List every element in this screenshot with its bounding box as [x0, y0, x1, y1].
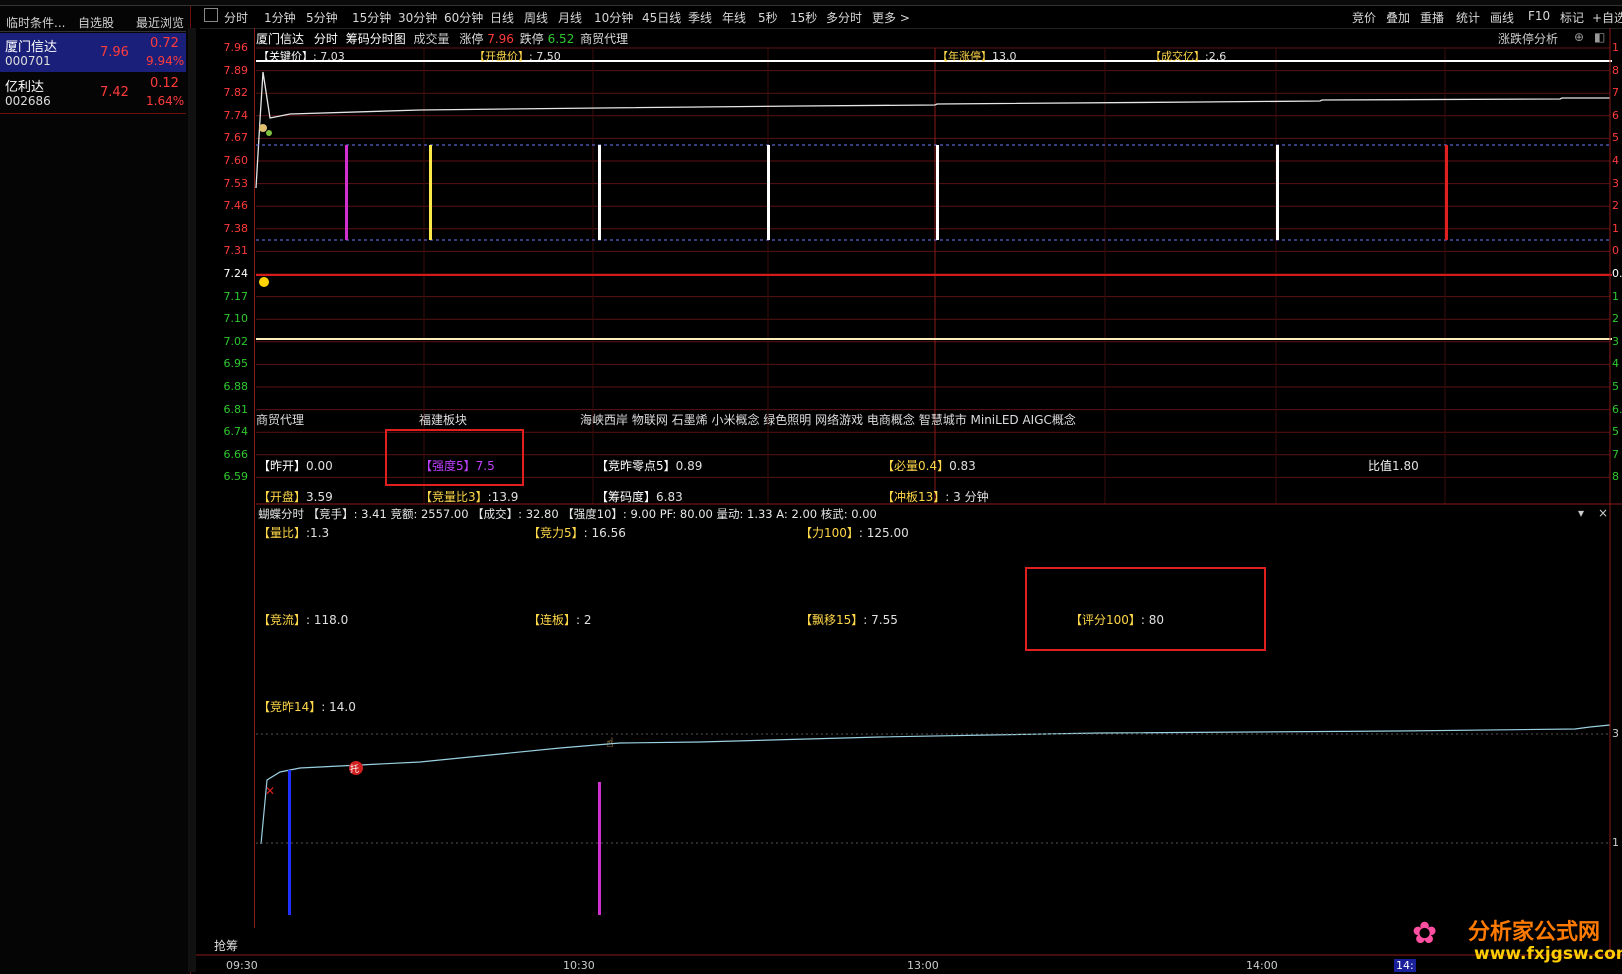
lower-indicator-header: 蝴蝶分时 【竞手】: 3.41 竞额: 2557.00 【成交】: 32.80 …: [258, 507, 877, 521]
signal-dot: [259, 277, 269, 287]
auction-prev14-label: 【竞昨14】: 14.0: [258, 700, 356, 714]
marker-bar-white: [936, 145, 939, 240]
watermark-cn: 分析家公式网: [1468, 919, 1601, 945]
watermark-url: www.fxjgsw.com: [1474, 944, 1622, 964]
auction-power-label: 【竞力5】: 16.56: [528, 526, 626, 540]
lower-axis-tick: 3: [1612, 727, 1619, 740]
lower-indicator-line: [260, 724, 1611, 845]
concept-region: 福建板块: [419, 413, 468, 427]
must-volume-label: 【必量0.4】0.83: [882, 459, 976, 473]
auction-zero-label: 【竞昨零点5】0.89: [596, 459, 703, 473]
lower-bar-magenta: [598, 782, 601, 915]
dropdown-icon[interactable]: ▾: [1578, 506, 1584, 520]
auction-vol-ratio-label: 【竞量比3】:13.9: [420, 490, 519, 504]
concept-sector: 商贸代理: [256, 413, 305, 427]
consecutive-limit-label: 【连板】: 2: [528, 613, 592, 627]
marker-bar-red: [1445, 145, 1448, 240]
year-limit-label: 【年涨停】13.0: [937, 50, 1017, 63]
flower-marker: [259, 124, 267, 132]
vol-ratio-label: 【量比】:1.3: [258, 526, 330, 540]
rush-limit-label: 【冲板13】: 3 分钟: [882, 490, 989, 504]
lower-axis-tick: 1: [1612, 836, 1619, 849]
flower-marker: [266, 130, 272, 136]
highlight-box-score: [1025, 567, 1266, 651]
chip-degree-label: 【筹码度】6.83: [596, 490, 683, 504]
x-tick: 14:00: [1246, 959, 1278, 972]
close-icon[interactable]: ×: [1598, 506, 1608, 520]
hand-cursor-icon: ☝: [606, 736, 614, 751]
open-price-label: 【开盘价】: 7.50: [474, 50, 561, 63]
x-tick-cursor: 14:: [1394, 959, 1416, 972]
prev-open-label: 【昨开】0.00: [258, 459, 333, 473]
marker-bar-white: [767, 145, 770, 240]
lower-bar-blue: [288, 770, 291, 915]
turnover-label: 【成交亿】:2.6: [1150, 50, 1227, 63]
key-level-line: [256, 338, 1612, 340]
qiangchou-label: 抢筹: [214, 939, 239, 953]
marker-bar-white: [598, 145, 601, 240]
tuo-label: 托: [350, 763, 359, 775]
concept-list: 海峡西岸 物联网 石墨烯 小米概念 绿色照明 网络游戏 电商概念 智慧城市 Mi…: [580, 413, 1076, 427]
flower-logo-icon: ✿: [1412, 916, 1438, 951]
key-price-line: [256, 60, 1612, 62]
highlight-box-strength: [385, 429, 524, 486]
key-price-label: 【关键价】: 7.03: [258, 50, 345, 63]
drift15-label: 【飘移15】: 7.55: [800, 613, 898, 627]
x-tick: 09:30: [226, 959, 258, 972]
main-chart: 托 ✕ ☝: [196, 28, 1622, 956]
auction-flow-label: 【竞流】: 118.0: [258, 613, 349, 627]
x-tick: 10:30: [563, 959, 595, 972]
x-tick: 13:00: [907, 959, 939, 972]
prev-close-line: [256, 274, 1612, 276]
marker-bar-yellow: [429, 145, 432, 240]
open-label: 【开盘】3.59: [258, 490, 333, 504]
marker-bar-white: [1276, 145, 1279, 240]
power100-label: 【力100】: 125.00: [800, 526, 909, 540]
ratio-label: 比值1.80: [1368, 459, 1419, 473]
marker-bar-magenta: [345, 145, 348, 240]
butterfly-icon: ✕: [265, 784, 275, 798]
price-line: [255, 71, 1610, 189]
